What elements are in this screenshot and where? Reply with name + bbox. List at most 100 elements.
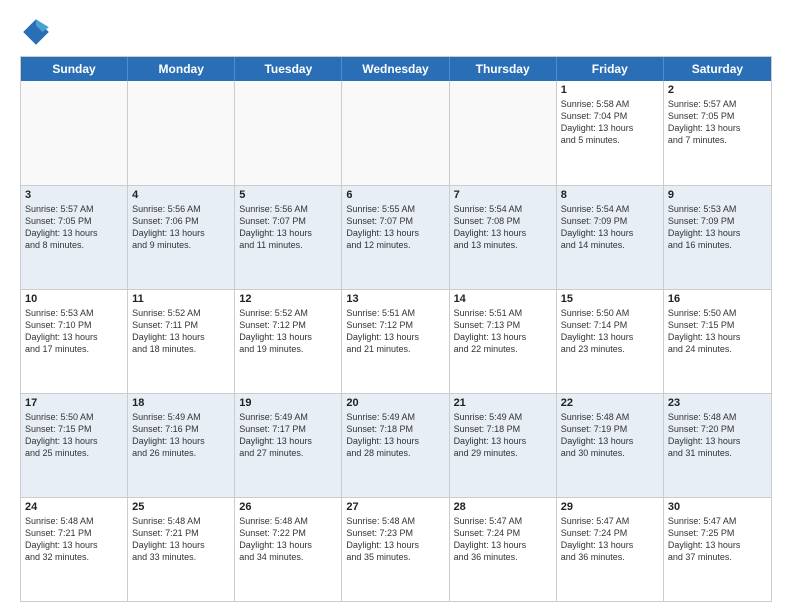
cell-info-line: and 11 minutes.: [239, 239, 337, 251]
day-cell-30: 30Sunrise: 5:47 AMSunset: 7:25 PMDayligh…: [664, 498, 771, 601]
cell-info-line: Daylight: 13 hours: [132, 539, 230, 551]
cell-info-line: Daylight: 13 hours: [132, 227, 230, 239]
calendar-row-0: 1 Sunrise: 5:58 AMSunset: 7:04 PM Daylight…: [21, 81, 771, 185]
calendar-row-2: 10Sunrise: 5:53 AMSunset: 7:10 PMDayligh…: [21, 289, 771, 393]
cell-info-line: Daylight: 13 hours: [561, 331, 659, 343]
day-cell-7: 7Sunrise: 5:54 AMSunset: 7:08 PMDaylight…: [450, 186, 557, 289]
day-cell-17: 17Sunrise: 5:50 AMSunset: 7:15 PMDayligh…: [21, 394, 128, 497]
cell-info-line: and 8 minutes.: [25, 239, 123, 251]
day-number: 8: [561, 189, 659, 201]
cell-info-line: Daylight: 13 hours: [25, 331, 123, 343]
calendar-row-4: 24Sunrise: 5:48 AMSunset: 7:21 PMDayligh…: [21, 497, 771, 601]
cell-info-line: Sunset: 7:13 PM: [454, 319, 552, 331]
cell-info-line: and 36 minutes.: [454, 551, 552, 563]
day-cell-16: 16Sunrise: 5:50 AMSunset: 7:15 PMDayligh…: [664, 290, 771, 393]
cell-info-line: Daylight: 13 hours: [561, 227, 659, 239]
cell-info-line: Sunset: 7:06 PM: [132, 215, 230, 227]
cell-info-line: Sunrise: 5:48 AM: [668, 411, 767, 423]
cell-info-line: Sunset: 7:05 PM: [668, 110, 767, 122]
cell-info-line: and 16 minutes.: [668, 239, 767, 251]
cell-info-line: Daylight: 13 hours: [668, 122, 767, 134]
day-cell-4: 4Sunrise: 5:56 AMSunset: 7:06 PMDaylight…: [128, 186, 235, 289]
day-number: 10: [25, 293, 123, 305]
cell-info-line: Sunset: 7:17 PM: [239, 423, 337, 435]
cell-info-line: Sunrise: 5:57 AM: [668, 98, 767, 110]
cell-info-line: Sunrise: 5:49 AM: [239, 411, 337, 423]
day-number: 19: [239, 397, 337, 409]
cell-info-line: Sunrise: 5:47 AM: [561, 515, 659, 527]
day-cell-13: 13Sunrise: 5:51 AMSunset: 7:12 PMDayligh…: [342, 290, 449, 393]
day-cell-29: 29Sunrise: 5:47 AMSunset: 7:24 PMDayligh…: [557, 498, 664, 601]
day-number: 16: [668, 293, 767, 305]
day-cell-6: 6Sunrise: 5:55 AMSunset: 7:07 PMDaylight…: [342, 186, 449, 289]
calendar: SundayMondayTuesdayWednesdayThursdayFrid…: [20, 56, 772, 602]
day-cell-18: 18Sunrise: 5:49 AMSunset: 7:16 PMDayligh…: [128, 394, 235, 497]
calendar-body: 1 Sunrise: 5:58 AMSunset: 7:04 PM Daylight…: [21, 81, 771, 601]
cell-info-line: Daylight: 13 hours: [239, 331, 337, 343]
cell-info-line: Daylight: 13 hours: [668, 539, 767, 551]
day-cell-10: 10Sunrise: 5:53 AMSunset: 7:10 PMDayligh…: [21, 290, 128, 393]
cell-info-line: Sunrise: 5:48 AM: [25, 515, 123, 527]
cell-info-line: Sunset: 7:22 PM: [239, 527, 337, 539]
day-number: 24: [25, 501, 123, 513]
empty-cell: [450, 81, 557, 185]
day-cell-1: 1Sunrise: 5:58 AMSunset: 7:04 PMDaylight…: [557, 81, 664, 185]
logo-icon: [20, 16, 52, 48]
day-number: 30: [668, 501, 767, 513]
day-number: 1: [561, 84, 659, 96]
day-number: 17: [25, 397, 123, 409]
calendar-header: SundayMondayTuesdayWednesdayThursdayFrid…: [21, 57, 771, 81]
logo: [20, 16, 56, 48]
day-cell-27: 27Sunrise: 5:48 AMSunset: 7:23 PMDayligh…: [342, 498, 449, 601]
cell-info-line: Sunrise: 5:48 AM: [346, 515, 444, 527]
cell-info-line: Sunset: 7:24 PM: [454, 527, 552, 539]
cell-info-line: Sunrise: 5:52 AM: [239, 307, 337, 319]
empty-cell: [128, 81, 235, 185]
cell-info-line: and 14 minutes.: [561, 239, 659, 251]
day-cell-3: 3Sunrise: 5:57 AMSunset: 7:05 PMDaylight…: [21, 186, 128, 289]
cell-info-line: Sunset: 7:12 PM: [346, 319, 444, 331]
cell-info-line: and 9 minutes.: [132, 239, 230, 251]
cell-info-line: Sunset: 7:04 PM: [561, 110, 659, 122]
cell-info-line: Sunset: 7:21 PM: [25, 527, 123, 539]
day-number: 21: [454, 397, 552, 409]
day-cell-5: 5Sunrise: 5:56 AMSunset: 7:07 PMDaylight…: [235, 186, 342, 289]
header-day-wednesday: Wednesday: [342, 57, 449, 81]
day-cell-8: 8Sunrise: 5:54 AMSunset: 7:09 PMDaylight…: [557, 186, 664, 289]
cell-info-line: Sunset: 7:16 PM: [132, 423, 230, 435]
cell-info-line: and 31 minutes.: [668, 447, 767, 459]
cell-info-line: Sunset: 7:09 PM: [668, 215, 767, 227]
day-cell-25: 25Sunrise: 5:48 AMSunset: 7:21 PMDayligh…: [128, 498, 235, 601]
cell-info-line: Daylight: 13 hours: [346, 331, 444, 343]
cell-info-line: and 32 minutes.: [25, 551, 123, 563]
cell-info-line: Sunrise: 5:52 AM: [132, 307, 230, 319]
cell-info-line: Sunset: 7:11 PM: [132, 319, 230, 331]
cell-info-line: Sunrise: 5:54 AM: [561, 203, 659, 215]
cell-info-line: Daylight: 13 hours: [668, 331, 767, 343]
cell-info-line: and 17 minutes.: [25, 343, 123, 355]
cell-info-line: and 28 minutes.: [346, 447, 444, 459]
cell-info-line: and 22 minutes.: [454, 343, 552, 355]
day-cell-12: 12Sunrise: 5:52 AMSunset: 7:12 PMDayligh…: [235, 290, 342, 393]
day-cell-11: 11 Sunrise: 5:52 AMSunset: 7:11 PMDayligh…: [128, 290, 235, 393]
day-number: 12: [239, 293, 337, 305]
calendar-row-1: 3Sunrise: 5:57 AMSunset: 7:05 PMDaylight…: [21, 185, 771, 289]
cell-info-line: Sunrise: 5:50 AM: [561, 307, 659, 319]
cell-info-line: and 12 minutes.: [346, 239, 444, 251]
cell-info-line: Sunrise: 5:49 AM: [132, 411, 230, 423]
cell-info-line: Sunrise: 5:56 AM: [239, 203, 337, 215]
cell-info-line: Sunrise: 5:58 AM: [561, 98, 659, 110]
cell-info-line: Daylight: 13 hours: [132, 331, 230, 343]
cell-info-line: Sunrise: 5:50 AM: [25, 411, 123, 423]
empty-cell: [235, 81, 342, 185]
cell-info-line: Sunset: 7:20 PM: [668, 423, 767, 435]
day-number: 11: [132, 293, 230, 305]
cell-info-line: and 37 minutes.: [668, 551, 767, 563]
cell-info-line: Sunset: 7:10 PM: [25, 319, 123, 331]
day-number: 9: [668, 189, 767, 201]
cell-info-line: Daylight: 13 hours: [561, 435, 659, 447]
cell-info-line: and 23 minutes.: [561, 343, 659, 355]
header: [20, 16, 772, 48]
header-day-monday: Monday: [128, 57, 235, 81]
day-cell-2: 2Sunrise: 5:57 AMSunset: 7:05 PMDaylight…: [664, 81, 771, 185]
